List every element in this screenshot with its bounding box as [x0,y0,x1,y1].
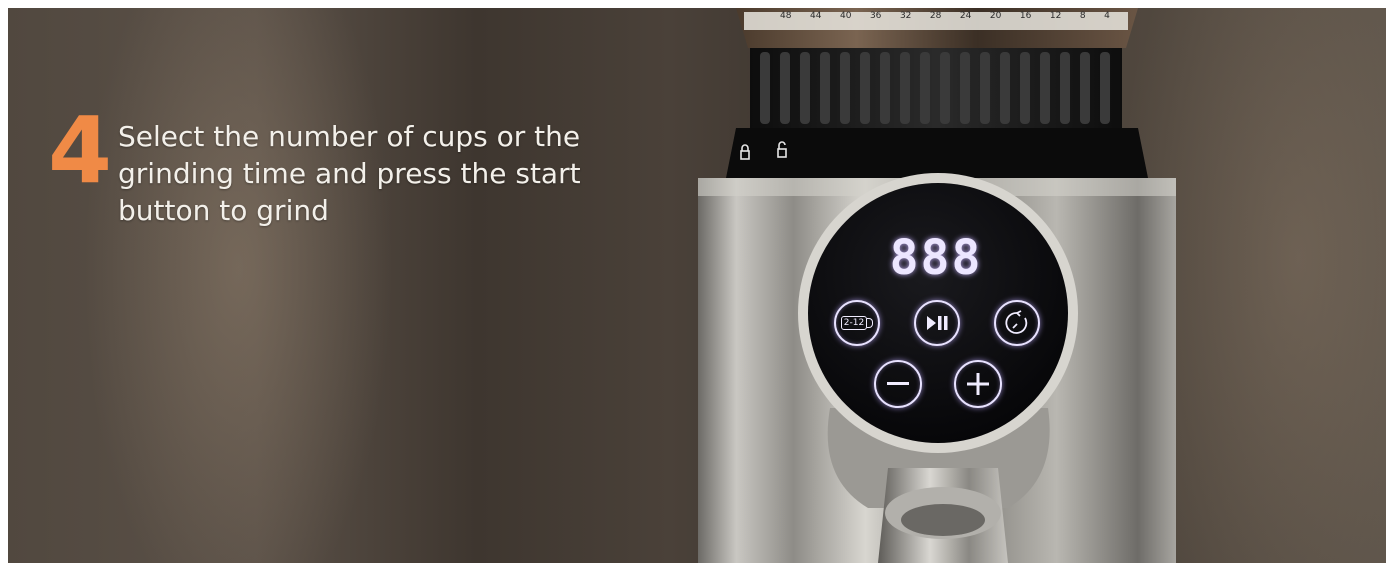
instruction-caption: 4 Select the number of cups or the grind… [48,97,638,229]
scale-label: 20 [989,11,1002,21]
increase-button[interactable] [954,360,1002,408]
product-photo: 48 44 40 36 32 28 24 20 16 12 8 4 888 2-… [8,8,1386,563]
play-pause-icon [927,316,948,330]
cup-select-icon: 2-12 [840,316,874,330]
step-number: 4 [48,97,112,204]
scale-label: 24 [959,11,972,21]
grind-scale-labels: 48 44 40 36 32 28 24 20 16 12 8 4 [780,11,1110,21]
cups-select-button[interactable]: 2-12 [834,300,880,346]
scale-label: 44 [809,11,822,21]
timer-icon [1005,310,1028,334]
scale-label: 40 [839,11,852,21]
scale-label: 4 [1104,11,1110,21]
scale-label: 48 [780,11,792,21]
scale-label: 12 [1049,11,1062,21]
timer-button[interactable] [994,300,1040,346]
minus-icon [887,382,909,385]
led-display: 888 [889,230,983,286]
scale-label: 32 [899,11,912,21]
scale-label: 16 [1019,11,1032,21]
cups-range-label: 2-12 [840,316,868,330]
decrease-button[interactable] [874,360,922,408]
plus-icon [967,373,989,395]
step-instruction-text: Select the number of cups or the grindin… [118,120,581,227]
spout-inner [901,504,985,536]
scale-label: 8 [1079,11,1086,21]
coffee-grinder-illustration [698,8,1176,563]
scale-label: 28 [929,11,942,21]
start-pause-button[interactable] [914,300,960,346]
scale-label: 36 [869,11,882,21]
lock-collar [726,128,1148,178]
